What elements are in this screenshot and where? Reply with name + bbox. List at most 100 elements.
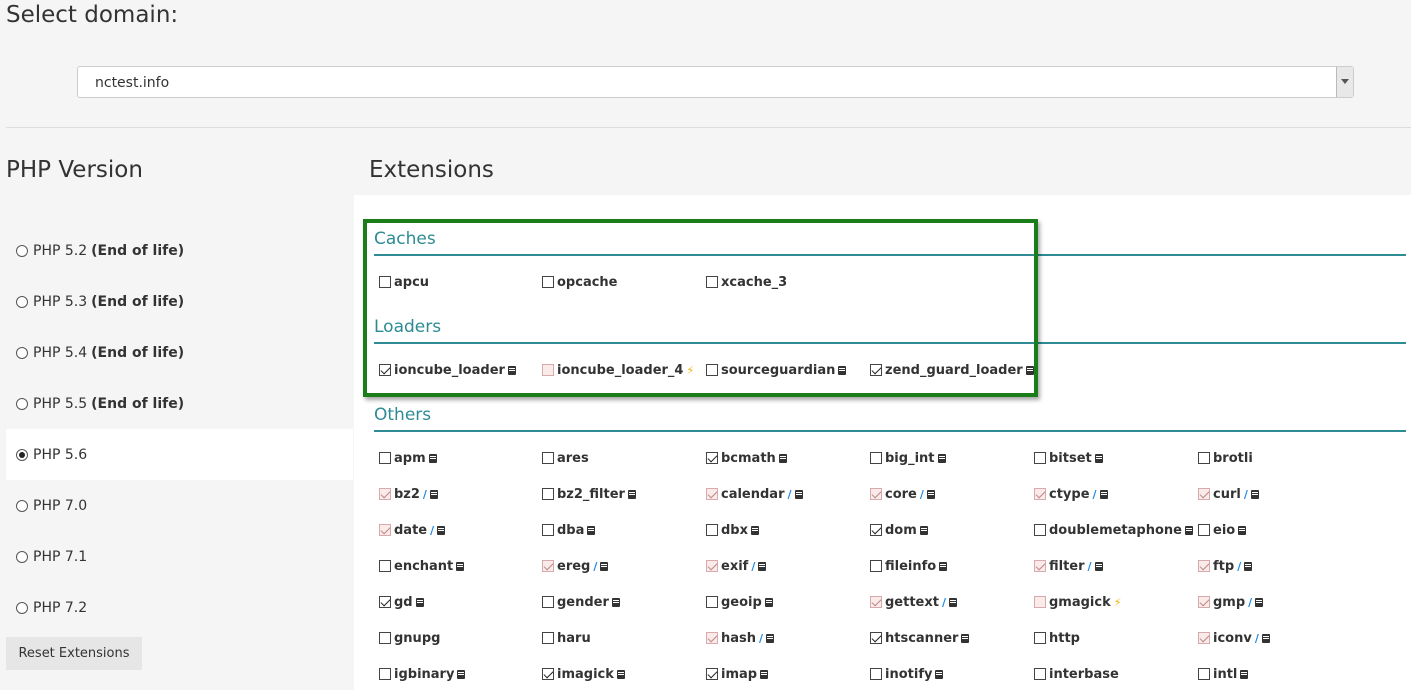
documentation-icon [794, 489, 803, 499]
php-version-option[interactable]: PHP 7.1 [6, 531, 353, 582]
radio-button[interactable] [16, 346, 28, 359]
extension-checkbox[interactable] [542, 488, 554, 500]
extension-checkbox[interactable] [706, 452, 718, 464]
extension-label: enchant [394, 558, 454, 574]
extension-filter[interactable]: filter ∕ [1034, 558, 1103, 574]
extension-checkbox[interactable] [542, 524, 554, 536]
extension-checkbox[interactable] [542, 596, 554, 608]
extension-label: inotify [885, 666, 933, 682]
extension-checkbox[interactable] [1034, 452, 1046, 464]
extension-core[interactable]: core ∕ [870, 486, 935, 502]
radio-button[interactable] [16, 295, 28, 308]
extension-enchant[interactable]: enchant [379, 558, 465, 574]
extension-bz2_filter[interactable]: bz2_filter [542, 486, 636, 502]
extension-gender[interactable]: gender [542, 594, 620, 610]
extension-interbase[interactable]: interbase [1034, 666, 1119, 682]
extension-checkbox[interactable] [1034, 668, 1046, 680]
extension-gnupg[interactable]: gnupg [379, 630, 440, 646]
extension-gettext[interactable]: gettext ∕ [870, 594, 957, 610]
extension-checkbox[interactable] [706, 524, 718, 536]
extension-hash[interactable]: hash ∕ [706, 630, 775, 646]
extension-htscanner[interactable]: htscanner [870, 630, 970, 646]
extension-checkbox[interactable] [870, 632, 882, 644]
extension-bcmath[interactable]: bcmath [706, 450, 787, 466]
extension-checkbox[interactable] [379, 560, 391, 572]
extension-label: big_int [885, 450, 935, 466]
extension-checkbox[interactable] [379, 668, 391, 680]
documentation-icon [1240, 669, 1249, 679]
radio-button[interactable] [16, 601, 28, 614]
extension-igbinary[interactable]: igbinary [379, 666, 466, 682]
extension-checkbox[interactable] [542, 452, 554, 464]
extension-geoip[interactable]: geoip [706, 594, 773, 610]
extension-ereg[interactable]: ereg ∕ [542, 558, 609, 574]
extension-fileinfo[interactable]: fileinfo [870, 558, 948, 574]
extension-checkbox[interactable] [870, 560, 882, 572]
extension-dbx[interactable]: dbx [706, 522, 759, 538]
extension-checkbox[interactable] [870, 668, 882, 680]
extension-imagick[interactable]: imagick [542, 666, 625, 682]
radio-button[interactable] [16, 397, 28, 410]
extension-checkbox[interactable] [379, 596, 391, 608]
extension-exif[interactable]: exif ∕ [706, 558, 767, 574]
php-version-option[interactable]: PHP 7.0 [6, 480, 353, 531]
domain-select[interactable]: nctest.info [77, 66, 1354, 98]
extension-checkbox [1198, 596, 1210, 608]
extension-ftp[interactable]: ftp ∕ [1198, 558, 1253, 574]
php-version-option[interactable]: PHP 5.5 (End of life) [6, 378, 353, 429]
extension-checkbox[interactable] [1034, 632, 1046, 644]
php-version-option[interactable]: PHP 5.4 (End of life) [6, 327, 353, 378]
extension-checkbox[interactable] [1198, 524, 1210, 536]
extension-calendar[interactable]: calendar ∕ [706, 486, 803, 502]
extension-doublemetaphone[interactable]: doublemetaphone [1034, 522, 1193, 538]
extension-checkbox[interactable] [379, 632, 391, 644]
extension-intl[interactable]: intl [1198, 666, 1249, 682]
php-version-option[interactable]: PHP 5.2 (End of life) [6, 225, 353, 276]
documentation-icon [1094, 561, 1103, 571]
php-version-label: PHP 7.1 [33, 548, 88, 565]
extension-apm[interactable]: apm [379, 450, 437, 466]
extension-checkbox[interactable] [1198, 668, 1210, 680]
extension-checkbox[interactable] [870, 524, 882, 536]
extension-checkbox[interactable] [870, 452, 882, 464]
chevron-down-icon[interactable] [1336, 67, 1353, 97]
extension-checkbox[interactable] [706, 596, 718, 608]
extension-http[interactable]: http [1034, 630, 1080, 646]
extension-bz2[interactable]: bz2 ∕ [379, 486, 438, 502]
radio-button[interactable] [16, 550, 28, 563]
extension-big_int[interactable]: big_int [870, 450, 946, 466]
radio-button[interactable] [16, 244, 28, 257]
extension-checkbox[interactable] [379, 452, 391, 464]
documentation-icon [1184, 525, 1193, 535]
radio-button[interactable] [16, 499, 28, 512]
php-version-option[interactable]: PHP 5.3 (End of life) [6, 276, 353, 327]
extension-checkbox[interactable] [542, 632, 554, 644]
extension-eio[interactable]: eio [1198, 522, 1247, 538]
php-version-option[interactable]: PHP 7.2 [6, 582, 353, 633]
extension-checkbox[interactable] [706, 668, 718, 680]
extension-checkbox[interactable] [1198, 452, 1210, 464]
radio-button[interactable] [16, 448, 28, 461]
extension-iconv[interactable]: iconv ∕ [1198, 630, 1270, 646]
extension-brotli[interactable]: brotli [1198, 450, 1253, 466]
extension-label: dom [885, 522, 917, 538]
extension-gmagick[interactable]: gmagick ⚡ [1034, 594, 1121, 610]
extension-bitset[interactable]: bitset [1034, 450, 1103, 466]
extension-date[interactable]: date ∕ [379, 522, 446, 538]
extension-imap[interactable]: imap [706, 666, 769, 682]
extension-checkbox[interactable] [1034, 524, 1046, 536]
extension-checkbox [1198, 632, 1210, 644]
extension-dba[interactable]: dba [542, 522, 596, 538]
extension-ctype[interactable]: ctype ∕ [1034, 486, 1108, 502]
extension-checkbox[interactable] [542, 668, 554, 680]
extension-gd[interactable]: gd [379, 594, 424, 610]
extension-inotify[interactable]: inotify [870, 666, 944, 682]
extension-curl[interactable]: curl ∕ [1198, 486, 1259, 502]
extension-dom[interactable]: dom [870, 522, 928, 538]
extension-ares[interactable]: ares [542, 450, 589, 466]
php-version-option[interactable]: PHP 5.6 [6, 429, 353, 480]
extension-label: dba [557, 522, 585, 538]
extension-haru[interactable]: haru [542, 630, 591, 646]
reset-extensions-button[interactable]: Reset Extensions [6, 637, 142, 670]
extension-gmp[interactable]: gmp ∕ [1198, 594, 1264, 610]
